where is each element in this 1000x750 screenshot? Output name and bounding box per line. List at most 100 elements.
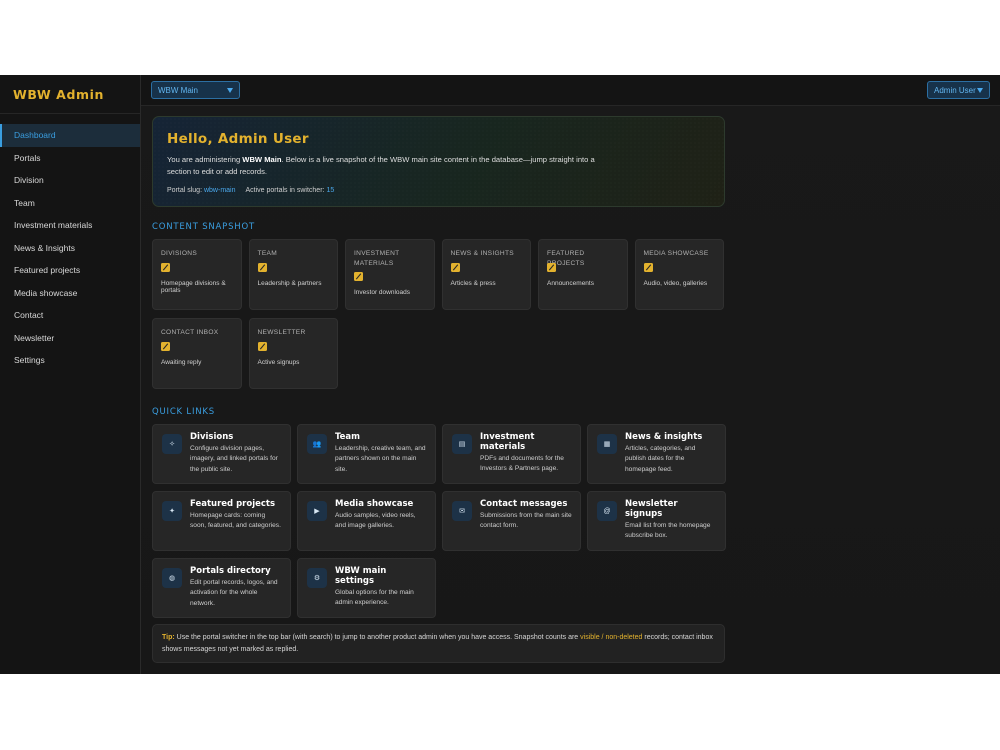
sidebar-item-investment-materials[interactable]: Investment materials <box>0 214 140 237</box>
welcome-banner: Hello, Admin User You are administering … <box>152 116 725 207</box>
snapshot-card-label: MEDIA SHOWCASE <box>643 250 709 257</box>
people-icon: 👥 <box>307 434 327 454</box>
current-portal-name: WBW Main <box>242 155 282 164</box>
admin-app: WBW Admin Dashboard Portals Division Tea… <box>0 75 1000 674</box>
sidebar-item-settings[interactable]: Settings <box>0 349 140 372</box>
snapshot-card-label: NEWSLETTER <box>257 329 306 336</box>
quick-link-title: Investment materials <box>480 432 535 452</box>
snapshot-card-label: NEWS & INSIGHTS <box>450 250 514 257</box>
snapshot-card-contact-inbox[interactable]: CONTACT INBOX Awaiting reply <box>152 318 242 389</box>
tip-highlight: visible / non-deleted <box>580 634 643 641</box>
quick-link-title: Media showcase <box>335 499 414 509</box>
snapshot-card-divisions[interactable]: DIVISIONS Homepage divisions & portals <box>152 239 242 310</box>
snapshot-card-caption: Awaiting reply <box>161 359 202 366</box>
edit-icon <box>450 263 460 272</box>
play-icon: ▶ <box>307 501 327 521</box>
quick-link-investment-materials[interactable]: ▤ Investment materials PDFs and documents … <box>442 424 581 484</box>
sidebar-item-news-insights[interactable]: News & Insights <box>0 237 140 260</box>
sidebar-nav: Dashboard Portals Division Team Investme… <box>0 124 140 372</box>
welcome-title: Hello, Admin User <box>167 131 309 147</box>
snapshot-card-label: DIVISIONS <box>161 250 198 257</box>
tip-box: Tip: Use the portal switcher in the top … <box>152 624 725 663</box>
sidebar-item-division[interactable]: Division <box>0 169 140 192</box>
brand-logo[interactable]: WBW Admin <box>0 75 140 114</box>
sidebar-item-dashboard[interactable]: Dashboard <box>0 124 140 147</box>
sidebar-item-media-showcase[interactable]: Media showcase <box>0 282 140 305</box>
welcome-text-part: You are administering <box>167 155 243 164</box>
sidebar-item-portals[interactable]: Portals <box>0 147 140 170</box>
gear-icon: ⚙ <box>307 568 327 588</box>
snapshot-card-caption: Articles & press <box>450 280 496 287</box>
snapshot-card-featured-projects[interactable]: FEATURED PROJECTS Announcements <box>538 239 628 310</box>
edit-icon <box>643 263 653 272</box>
at-icon: @ <box>597 501 617 521</box>
active-portals-label: Active portals in switcher: <box>245 187 325 194</box>
content-snapshot-heading: CONTENT SNAPSHOT <box>152 222 255 232</box>
quick-link-portals-directory[interactable]: ◍ Portals directory Edit portal records, l… <box>152 558 291 618</box>
quick-links-heading: QUICK LINKS <box>152 407 215 417</box>
portal-slug-value: wbw-main <box>203 187 236 194</box>
quick-link-newsletter-signups[interactable]: @ Newsletter signups Email list from the h… <box>587 491 726 551</box>
diamond-icon: ✧ <box>162 434 182 454</box>
snapshot-card-team[interactable]: TEAM Leadership & partners <box>248 239 338 310</box>
snapshot-card-media-showcase[interactable]: MEDIA SHOWCASE Audio, video, galleries <box>634 239 724 310</box>
sidebar-item-newsletter[interactable]: Newsletter <box>0 327 140 350</box>
snapshot-card-investment-materials[interactable]: INVESTMENT MATERIALS Investor downloads <box>345 239 435 310</box>
active-portals: Active portals in switcher: 15 <box>246 187 335 194</box>
snapshot-card-caption: Active signups <box>257 359 300 366</box>
tip-label: Tip: <box>162 634 175 641</box>
quick-link-title: Portals directory <box>190 566 271 576</box>
snapshot-card-newsletter[interactable]: NEWSLETTER Active signups <box>248 318 338 389</box>
quick-link-title: News & insights <box>625 432 703 442</box>
sidebar: WBW Admin Dashboard Portals Division Tea… <box>0 75 141 674</box>
quick-link-team[interactable]: 👥 Team Leadership, creative team, and part… <box>297 424 436 484</box>
document-icon: ▤ <box>452 434 472 454</box>
quick-link-featured-projects[interactable]: ✦ Featured projects Homepage cards: coming… <box>152 491 291 551</box>
edit-icon <box>257 263 267 272</box>
tip-text: Use the portal switcher in the top bar (… <box>174 634 581 641</box>
quick-link-media-showcase[interactable]: ▶ Media showcase Audio samples, video reel… <box>297 491 436 551</box>
quick-link-title: Newsletter signups <box>625 499 678 519</box>
portal-meta: Portal slug: wbw-main Active portals in … <box>167 187 710 194</box>
quick-link-news-insights[interactable]: ▦ News & insights Articles, categories, an… <box>587 424 726 484</box>
quick-link-contact-messages[interactable]: ✉ Contact messages Submissions from the ma… <box>442 491 581 551</box>
snapshot-card-news-insights[interactable]: NEWS & INSIGHTS Articles & press <box>441 239 531 310</box>
quick-link-description: PDFs and documents for the Investors & P… <box>480 455 564 473</box>
main-area: WBW Main Admin User Hello, Admin User Yo… <box>141 75 1000 674</box>
quick-link-description: Audio samples, video reels, and image ga… <box>335 512 416 530</box>
snapshot-card-label: CONTACT INBOX <box>161 329 219 336</box>
globe-icon: ◍ <box>162 568 182 588</box>
welcome-text: You are administering WBW Main. Below is… <box>167 154 607 178</box>
quick-link-description: Leadership, creative team, and partners … <box>335 445 426 473</box>
snapshot-card-label: FEATURED PROJECTS <box>547 250 585 267</box>
quick-link-divisions[interactable]: ✧ Divisions Configure division pages, imag… <box>152 424 291 484</box>
quick-link-main-settings[interactable]: ⚙ WBW main settings Global options for the… <box>297 558 436 618</box>
portal-switcher[interactable]: WBW Main <box>151 81 240 99</box>
portal-slug-label: Portal slug: <box>167 187 203 194</box>
edit-icon <box>257 342 267 351</box>
chevron-down-icon <box>977 87 983 93</box>
dashboard-content: Hello, Admin User You are administering … <box>152 116 726 618</box>
quick-link-title: Contact messages <box>480 499 568 509</box>
edit-icon <box>547 263 556 272</box>
quick-link-title: Divisions <box>190 432 234 442</box>
snapshot-card-caption: Announcements <box>547 280 594 287</box>
snapshot-card-caption: Homepage divisions & portals <box>161 280 226 294</box>
portal-switcher-value: WBW Main <box>158 85 198 95</box>
quick-link-description: Homepage cards: coming soon, featured, a… <box>190 512 281 530</box>
sidebar-item-contact[interactable]: Contact <box>0 304 140 327</box>
sidebar-item-team[interactable]: Team <box>0 192 140 215</box>
quick-link-title: WBW main settings <box>335 566 387 586</box>
snapshot-card-caption: Leadership & partners <box>257 280 322 287</box>
quick-link-description: Edit portal records, logos, and activati… <box>190 579 278 607</box>
message-icon: ✉ <box>452 501 472 521</box>
user-menu-label: Admin User <box>934 85 976 95</box>
user-menu-button[interactable]: Admin User <box>927 81 990 99</box>
snapshot-card-label: INVESTMENT MATERIALS <box>354 250 400 267</box>
quick-link-title: Team <box>335 432 361 442</box>
edit-icon <box>161 263 170 272</box>
active-portals-count: 15 <box>326 187 335 194</box>
sidebar-item-featured-projects[interactable]: Featured projects <box>0 259 140 282</box>
newspaper-icon: ▦ <box>597 434 617 454</box>
snapshot-card-label: TEAM <box>257 250 278 257</box>
